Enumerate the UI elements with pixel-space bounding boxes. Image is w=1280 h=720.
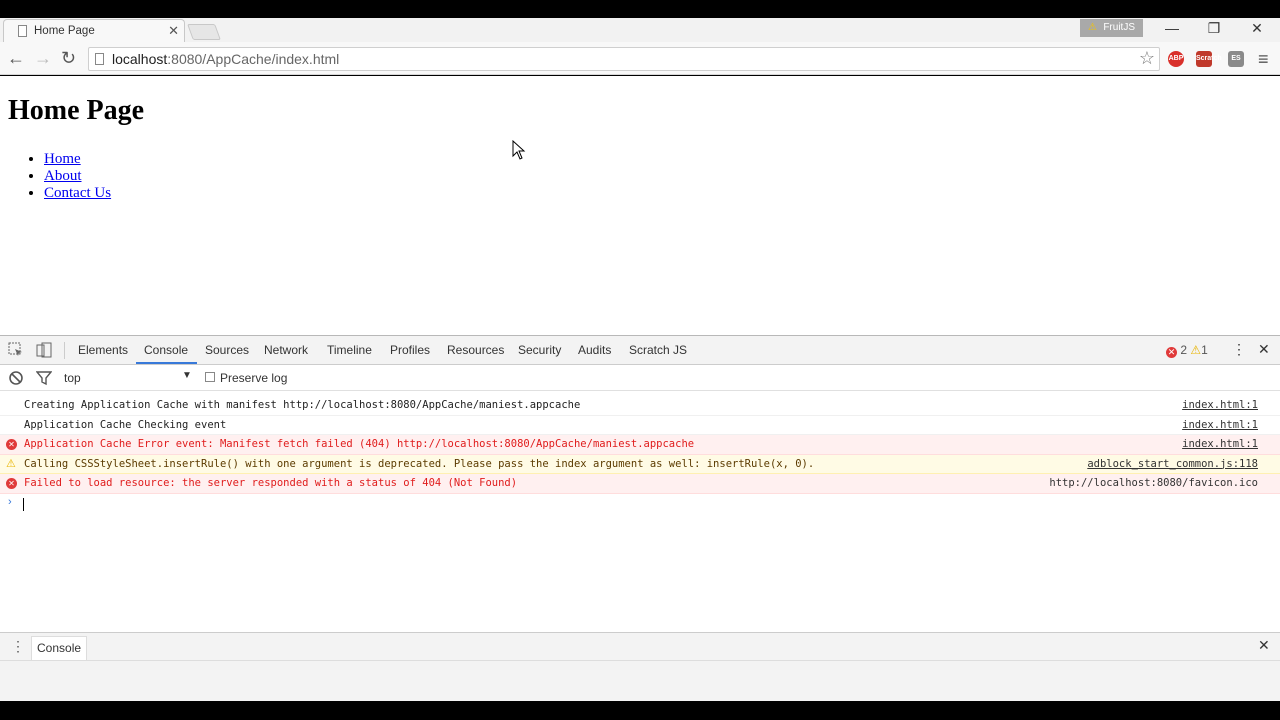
devtools-tabbar: Elements Console Sources Network Timelin… [0, 336, 1280, 365]
page-heading: Home Page [8, 95, 145, 126]
text-caret [23, 497, 24, 511]
devtools-more-icon[interactable]: ⋮ [1232, 341, 1246, 358]
toolbar-divider [64, 342, 65, 359]
console-warning-message: ⚠ Calling CSSStyleSheet.insertRule() wit… [0, 454, 1280, 474]
device-mode-icon[interactable] [36, 342, 52, 358]
message-source-link[interactable]: adblock_start_common.js:118 [1087, 458, 1258, 470]
tab-audits[interactable]: Audits [578, 343, 611, 357]
active-tab-indicator [136, 362, 197, 364]
console-prompt[interactable]: › [0, 494, 1280, 514]
nav-list: Home About Contact Us [44, 151, 111, 202]
message-source-link[interactable]: index.html:1 [1182, 419, 1258, 431]
error-warning-counter[interactable]: ✕ 2 ⚠1 [1166, 343, 1208, 358]
minimize-icon[interactable]: — [1162, 20, 1182, 36]
error-icon: ✕ [6, 478, 17, 489]
console-message: Creating Application Cache with manifest… [0, 396, 1280, 416]
mouse-cursor-icon [512, 140, 526, 160]
page-viewport: Home Page Home About Contact Us [0, 76, 1280, 335]
preserve-log-checkbox[interactable] [205, 372, 215, 382]
home-link[interactable]: Home [44, 151, 81, 167]
preserve-log-label: Preserve log [220, 371, 288, 385]
message-text: Application Cache Error event: Manifest … [24, 438, 695, 450]
inspect-element-icon[interactable] [8, 342, 24, 358]
tab-security[interactable]: Security [518, 343, 561, 357]
devtools-drawer: ⋮ Console ✕ [0, 632, 1280, 701]
chevron-down-icon[interactable]: ▼ [182, 370, 192, 381]
drawer-close-icon[interactable]: ✕ [1258, 637, 1270, 654]
drawer-tabbar: ⋮ Console ✕ [0, 633, 1280, 661]
new-tab-button[interactable] [187, 24, 221, 40]
tab-title: Home Page [34, 25, 95, 37]
url-text: localhost:8080/AppCache/index.html [112, 51, 339, 67]
bookmark-star-icon[interactable]: ☆ [1139, 48, 1155, 69]
contact-us-link[interactable]: Contact Us [44, 185, 111, 201]
message-source-link[interactable]: index.html:1 [1182, 438, 1258, 450]
restore-icon[interactable]: ❐ [1204, 20, 1224, 37]
warning-icon: ⚠ [1088, 22, 1097, 33]
scratch-js-extension-icon[interactable]: Scratch [1196, 51, 1222, 67]
browser-tab[interactable]: Home Page ✕ [3, 19, 185, 42]
back-icon[interactable]: ← [7, 49, 25, 67]
filter-icon[interactable] [36, 370, 52, 386]
window-close-icon[interactable]: ✕ [1247, 20, 1267, 37]
url-path: :8080/AppCache/index.html [167, 51, 340, 67]
browser-titlebar: Home Page ✕ ⚠ FruitJS — ❐ ✕ [0, 18, 1280, 42]
nav-list-item: About [44, 168, 111, 185]
error-icon: ✕ [6, 439, 17, 450]
nav-list-item: Contact Us [44, 185, 111, 202]
devtools-close-icon[interactable]: ✕ [1258, 341, 1270, 358]
about-link[interactable]: About [44, 168, 82, 184]
url-host: localhost [112, 51, 168, 67]
clear-console-icon[interactable] [8, 370, 24, 386]
console-error-message: ✕ Failed to load resource: the server re… [0, 474, 1280, 494]
error-icon: ✕ [1166, 347, 1177, 358]
tab-resources[interactable]: Resources [447, 343, 504, 357]
message-source-link[interactable]: index.html:1 [1182, 399, 1258, 411]
prompt-chevron-icon: › [8, 495, 12, 508]
console-messages: Creating Application Cache with manifest… [0, 396, 1280, 514]
tab-sources[interactable]: Sources [205, 343, 249, 357]
message-text: Calling CSSStyleSheet.insertRule() with … [24, 457, 815, 470]
message-text: Creating Application Cache with manifest… [24, 399, 581, 411]
fruitjs-badge[interactable]: ⚠ FruitJS [1080, 19, 1143, 37]
console-message: Application Cache Checking event index.h… [0, 416, 1280, 435]
execution-context-select[interactable]: top [64, 371, 81, 385]
page-info-icon[interactable] [95, 53, 104, 65]
fruitjs-label: FruitJS [1103, 22, 1135, 33]
adblock-extension-icon[interactable]: ABP [1168, 51, 1184, 67]
tab-elements[interactable]: Elements [78, 343, 128, 357]
tab-console[interactable]: Console [144, 343, 188, 357]
message-text: Application Cache Checking event [24, 418, 227, 431]
warning-count: 1 [1201, 343, 1208, 357]
warning-icon: ⚠ [1190, 343, 1202, 357]
tab-scratch-js[interactable]: Scratch JS [629, 343, 687, 357]
tab-network[interactable]: Network [264, 343, 308, 357]
console-filter-bar: top ▼ Preserve log [0, 365, 1280, 391]
forward-icon[interactable]: → [34, 49, 52, 67]
reload-icon[interactable]: ↻ [61, 49, 76, 67]
es-extension-icon[interactable]: ES [1228, 51, 1244, 67]
drawer-tab-console[interactable]: Console [31, 636, 88, 660]
drawer-more-icon[interactable]: ⋮ [11, 638, 25, 655]
page-icon [18, 25, 27, 37]
browser-toolbar: ← → ↻ localhost:8080/AppCache/index.html… [0, 42, 1280, 75]
warning-icon: ⚠ [6, 456, 16, 470]
console-error-message: ✕ Application Cache Error event: Manifes… [0, 435, 1280, 455]
devtools-panel: Elements Console Sources Network Timelin… [0, 335, 1280, 701]
browser-menu-icon[interactable]: ≡ [1258, 49, 1269, 70]
message-source-link[interactable]: http://localhost:8080/favicon.ico [1049, 477, 1258, 489]
tab-timeline[interactable]: Timeline [327, 343, 372, 357]
nav-list-item: Home [44, 151, 111, 168]
tab-close-icon[interactable]: ✕ [168, 23, 179, 39]
address-bar[interactable]: localhost:8080/AppCache/index.html ☆ [88, 47, 1160, 71]
tab-profiles[interactable]: Profiles [390, 343, 430, 357]
error-count: 2 [1180, 343, 1188, 357]
message-text: Failed to load resource: the server resp… [24, 477, 518, 489]
